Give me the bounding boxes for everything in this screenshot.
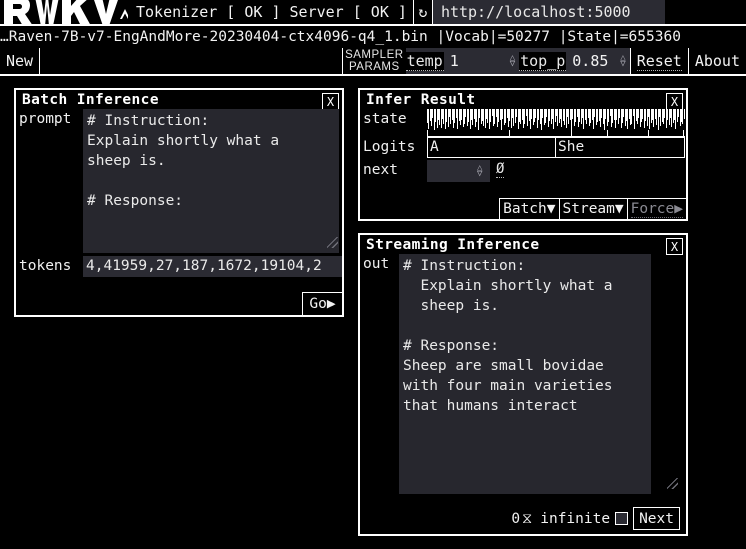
toolbar-spacer — [40, 48, 344, 74]
about-button[interactable]: About — [689, 48, 746, 74]
sampler-params-line2: PARAMS — [348, 61, 400, 73]
tokens-label: tokens — [19, 258, 72, 274]
top-p-stepper[interactable] — [620, 55, 629, 67]
topbar-spacer — [664, 0, 746, 24]
state-label: state — [363, 111, 407, 127]
state-bar-chart — [427, 109, 685, 137]
top-p-value[interactable]: 0.85 — [566, 52, 620, 70]
null-symbol: Ø — [496, 161, 505, 178]
reset-button[interactable]: Reset — [629, 48, 689, 74]
temp-value[interactable]: 1 — [444, 52, 510, 70]
batch-tokens-row: tokens 4,41959,27,187,1672,19104,2 — [16, 256, 342, 277]
next-label: next — [363, 162, 398, 178]
infer-panel-title: Infer Result — [366, 92, 476, 108]
logits-label: Logits — [363, 139, 416, 155]
null-token-button[interactable]: Ø — [490, 160, 505, 178]
next-input[interactable] — [427, 160, 490, 182]
server-url-input[interactable]: http://localhost:5000 — [432, 0, 665, 24]
temp-stepper[interactable] — [510, 55, 519, 67]
app-root: Tokenizer [ OK ] Server [ OK ] ↻ http://… — [0, 0, 746, 549]
next-button[interactable]: Next — [633, 507, 680, 530]
model-info: …Raven-7B-v7-EngAndMore-20230404-ctx4096… — [0, 29, 681, 45]
tokens-input[interactable]: 4,41959,27,187,1672,19104,2 — [83, 256, 342, 277]
infinite-checkbox[interactable] — [615, 512, 629, 525]
go-button[interactable]: Go▶ — [302, 292, 343, 316]
new-button[interactable]: New — [0, 48, 41, 74]
streaming-panel-title: Streaming Inference — [366, 237, 540, 253]
next-stepper[interactable] — [477, 165, 486, 177]
force-label: Force▶ — [630, 200, 683, 218]
force-button[interactable]: Force▶ — [626, 198, 687, 220]
temp-label: temp — [405, 51, 444, 71]
close-icon[interactable]: X — [322, 93, 339, 110]
batch-dropdown-button[interactable]: Batch▼ — [499, 198, 559, 220]
close-icon[interactable]: X — [666, 93, 683, 110]
chevron-down-icon[interactable] — [620, 61, 625, 67]
refresh-icon[interactable]: ↻ — [412, 0, 433, 24]
sampler-params-line1: SAMPLER — [345, 49, 404, 61]
logits-row: Logits A She — [360, 137, 686, 158]
prompt-resize-grip[interactable] — [327, 237, 338, 248]
chevron-down-icon[interactable] — [510, 61, 515, 67]
temp-param[interactable]: temp 1 — [405, 48, 520, 74]
hourglass-icon: ⧖ — [522, 510, 533, 527]
batch-prompt-row: prompt # Instruction: Explain shortly wh… — [16, 109, 342, 253]
out-resize-grip[interactable] — [667, 478, 678, 489]
logit-cell-1[interactable]: She — [556, 137, 685, 158]
reset-label: Reset — [636, 51, 682, 71]
top-p-label: top_p — [519, 51, 567, 71]
sampler-params-label: SAMPLER PARAMS — [343, 48, 405, 74]
token-count: 0 — [511, 510, 521, 527]
server-status: Tokenizer [ OK ] Server [ OK ] — [136, 3, 407, 21]
batch-panel-title: Batch Inference — [22, 92, 159, 108]
infer-action-buttons: Batch▼ Stream▼ Force▶ — [499, 198, 687, 220]
stream-dropdown-button[interactable]: Stream▼ — [558, 198, 627, 220]
infinite-label: infinite — [540, 510, 611, 527]
logit-cell-0[interactable]: A — [427, 137, 556, 158]
top-bar: Tokenizer [ OK ] Server [ OK ] ↻ http://… — [0, 0, 746, 26]
next-row: next Ø — [360, 160, 686, 182]
streaming-footer: 0 ⧖ infinite Next — [511, 507, 680, 530]
state-row: state — [360, 109, 686, 137]
streaming-inference-panel: Streaming Inference X out # Instruction:… — [358, 233, 688, 536]
rwkv-logo — [0, 0, 128, 26]
out-textarea[interactable]: # Instruction: Explain shortly what a sh… — [399, 254, 651, 494]
close-icon[interactable]: X — [666, 238, 683, 255]
streaming-out-row: out # Instruction: Explain shortly what … — [360, 254, 686, 494]
chevron-down-icon[interactable] — [477, 171, 482, 177]
out-label: out — [363, 256, 390, 272]
prompt-label: prompt — [19, 111, 72, 127]
prompt-textarea[interactable]: # Instruction: Explain shortly what a sh… — [83, 109, 339, 253]
top-p-param[interactable]: top_p 0.85 — [519, 48, 630, 74]
batch-inference-panel: Batch Inference X prompt # Instruction: … — [14, 88, 344, 317]
infer-result-panel: Infer Result X state Logits A She next Ø… — [358, 88, 688, 221]
toolbar: New SAMPLER PARAMS temp 1 top_p 0.85 Res… — [0, 48, 746, 76]
